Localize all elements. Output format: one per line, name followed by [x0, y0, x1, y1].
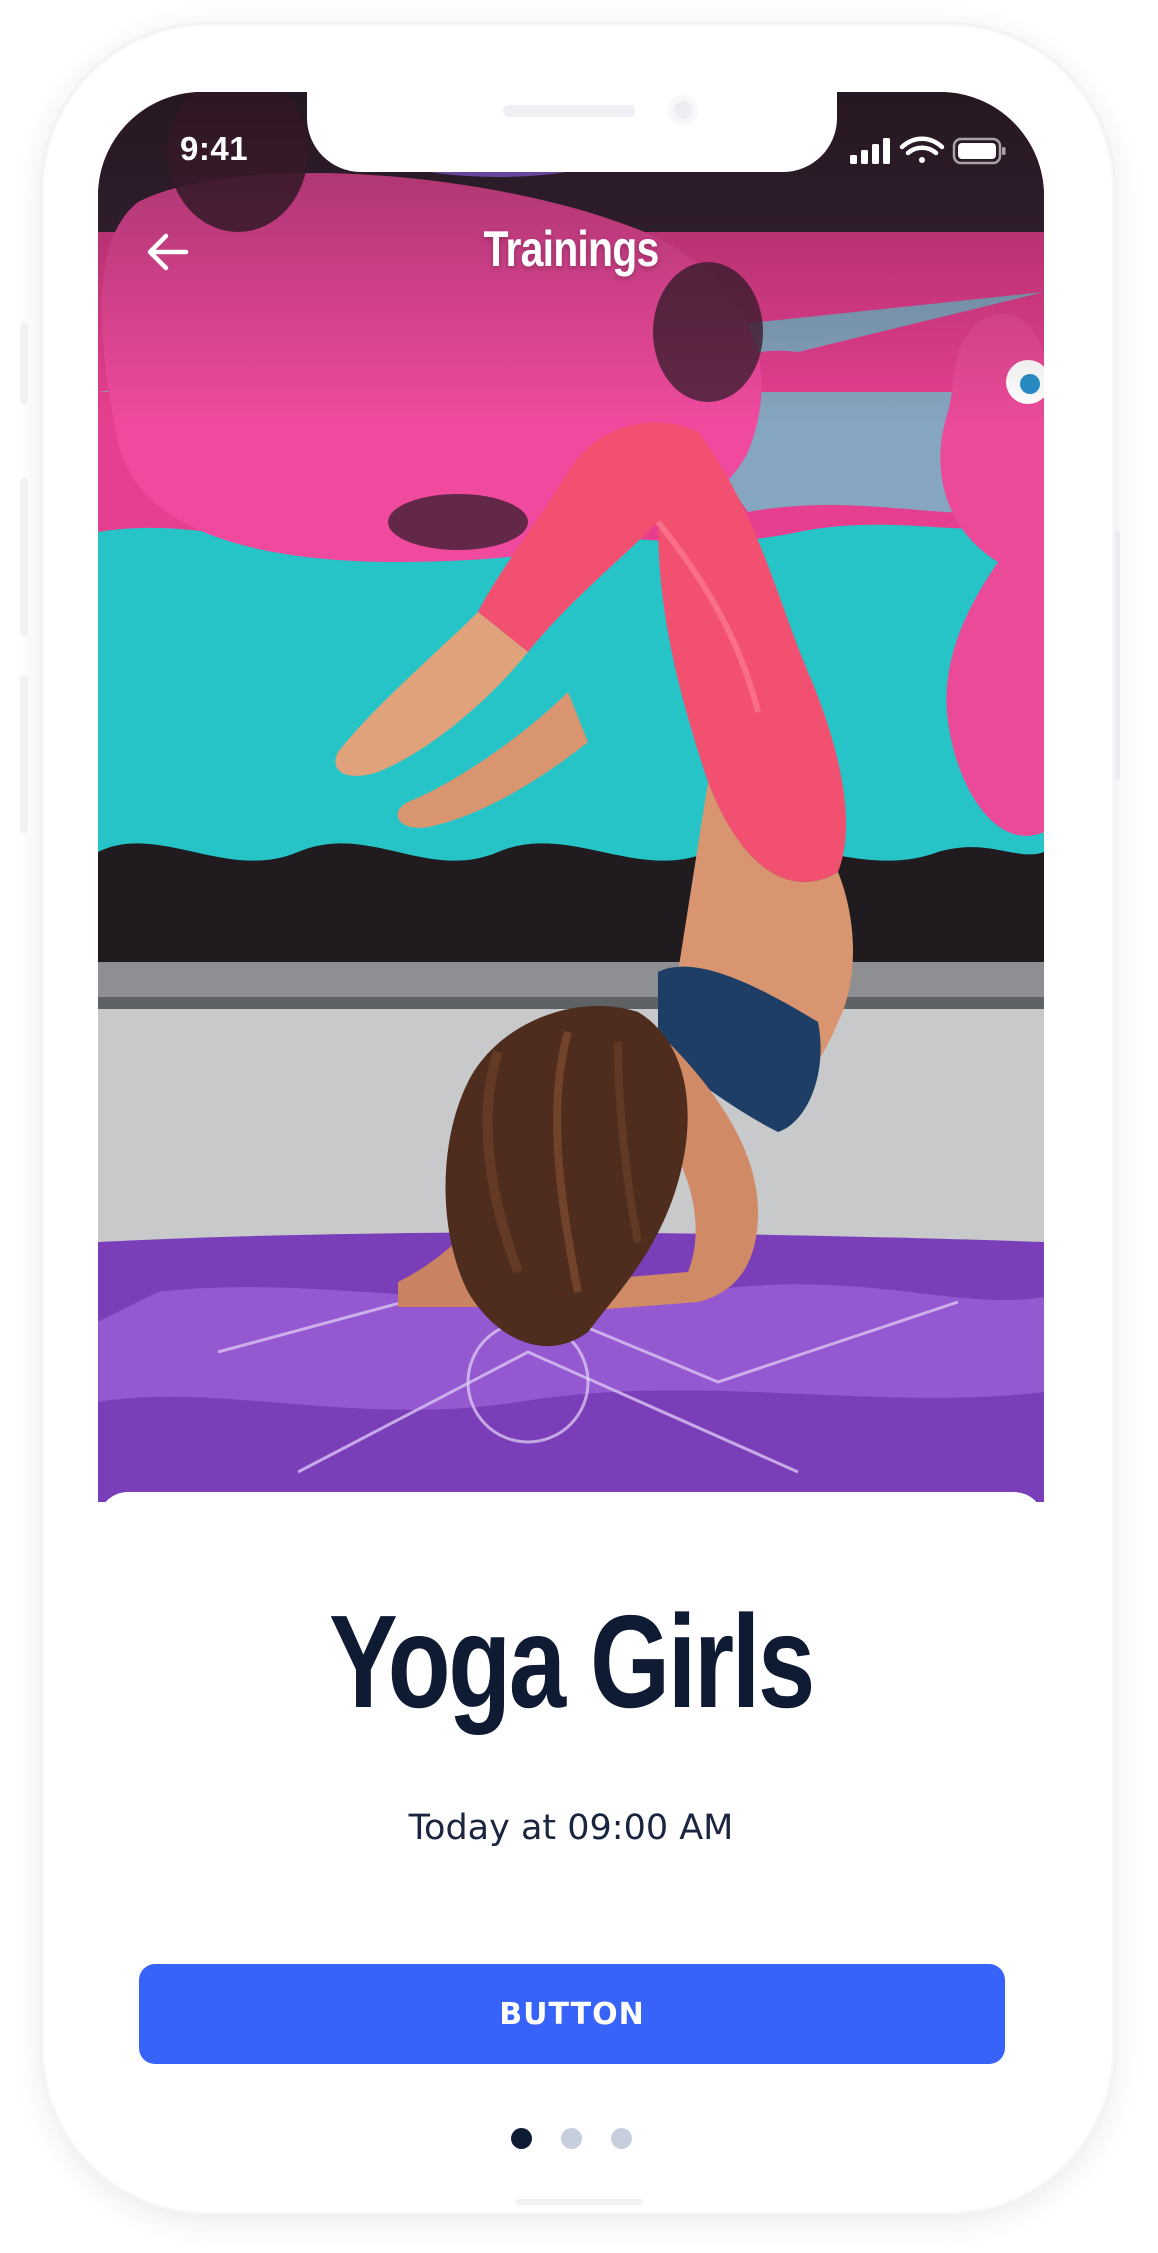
volume-up-button — [20, 478, 28, 636]
notch — [307, 92, 837, 172]
event-time: Today at 09:00 AM — [408, 1808, 734, 1848]
speaker-grille — [503, 105, 635, 117]
page-indicator — [98, 2128, 1044, 2150]
battery-icon — [952, 137, 1006, 165]
page-dot-1[interactable] — [510, 2128, 532, 2149]
volume-down-button — [20, 675, 28, 833]
wifi-icon — [899, 136, 945, 163]
page-dot-2[interactable] — [560, 2128, 582, 2149]
status-time: 9:41 — [180, 130, 249, 167]
status-icons — [850, 136, 1010, 166]
ringer-switch — [20, 322, 28, 404]
page-dot-3[interactable] — [610, 2128, 632, 2149]
front-camera — [668, 95, 698, 125]
primary-button[interactable]: BUTTON — [139, 1964, 1005, 2064]
bottom-notch-mark — [515, 2199, 643, 2205]
event-card: Yoga Girls Today at 09:00 AM BUTTON — [98, 1492, 1044, 2186]
cellular-signal-icon — [850, 138, 890, 164]
event-title: Yoga Girls — [329, 1588, 815, 1735]
hero-image — [98, 92, 1044, 1502]
nav-title: Trainings — [483, 221, 660, 277]
phone-screen: 9:41 Trainings Yoga Girls Today at 09:00… — [98, 92, 1044, 2186]
